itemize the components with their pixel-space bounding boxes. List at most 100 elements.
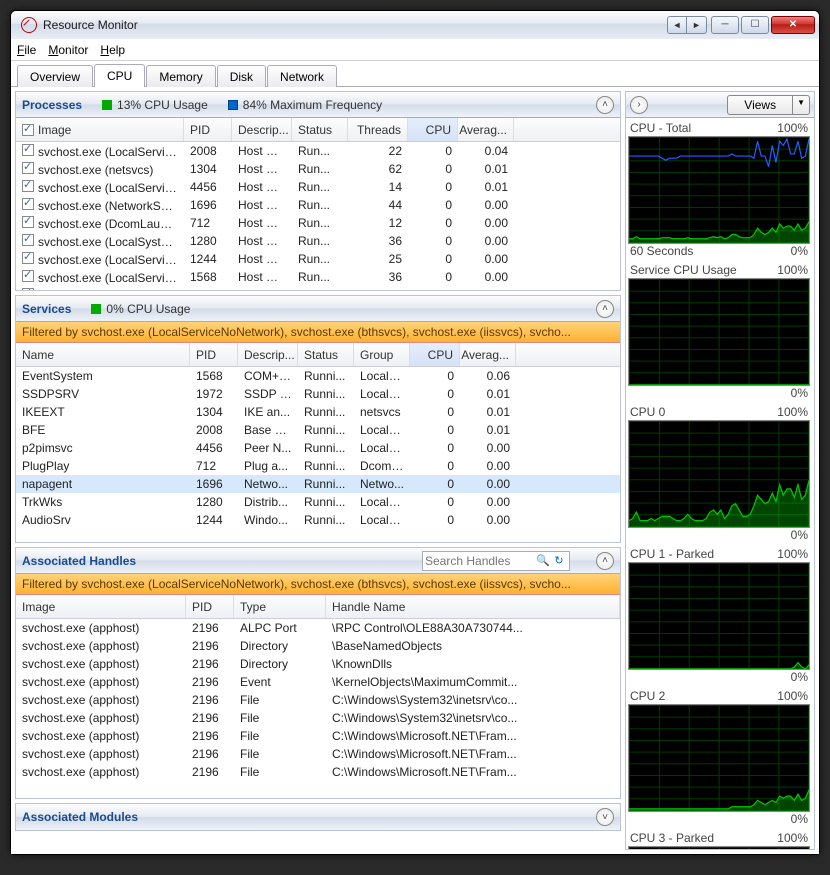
tab-memory[interactable]: Memory xyxy=(146,65,215,87)
table-row[interactable]: napagent1696Netwo... Runni...Netwo...00.… xyxy=(16,475,620,493)
cpu-usage-icon xyxy=(102,100,112,110)
table-row[interactable]: svchost.exe (LocalService) 1568Host Pr..… xyxy=(16,268,620,286)
close-button[interactable]: ✕ xyxy=(771,16,815,34)
table-row[interactable]: svchost.exe (NetworkService) 1696Host Pr… xyxy=(16,196,620,214)
chart-canvas xyxy=(628,562,810,670)
chart-foot-left: 60 Seconds xyxy=(630,244,693,258)
col-type[interactable]: Type xyxy=(234,595,326,618)
select-all-checkbox[interactable] xyxy=(22,124,34,136)
processes-rows[interactable]: svchost.exe (LocalServiceNo... 2008Host … xyxy=(16,142,620,290)
collapse-icon[interactable]: ˄ xyxy=(596,96,614,114)
collapse-icon[interactable]: ˄ xyxy=(596,552,614,570)
table-row[interactable]: svchost.exe (apphost)2196Directory\Known… xyxy=(16,655,620,673)
chevron-down-icon[interactable]: ▼ xyxy=(793,95,810,115)
pager[interactable]: ◄ ► xyxy=(667,16,707,34)
table-row[interactable]: p2pimsvc4456Peer N... Runni...LocalS...0… xyxy=(16,439,620,457)
menu-monitor[interactable]: Monitor xyxy=(48,43,88,57)
views-label[interactable]: Views xyxy=(727,95,793,115)
expand-icon[interactable]: ˅ xyxy=(596,808,614,826)
modules-panel: Associated Modules ˅ xyxy=(15,803,621,831)
row-checkbox[interactable] xyxy=(22,252,34,264)
col-status[interactable]: Status xyxy=(298,343,354,366)
col-name[interactable]: Name xyxy=(16,343,190,366)
col-group[interactable]: Group xyxy=(354,343,410,366)
table-row[interactable]: svchost.exe (apphost)2196ALPC Port\RPC C… xyxy=(16,619,620,637)
col-cpu[interactable]: CPU xyxy=(408,118,458,141)
row-checkbox[interactable] xyxy=(22,288,34,291)
processes-header[interactable]: Processes 13% CPU Usage 84% Maximum Freq… xyxy=(16,92,620,118)
table-row[interactable]: svchost.exe (LocalServicePee... 4456Host… xyxy=(16,178,620,196)
search-handles[interactable]: 🔍 ↻ xyxy=(422,551,570,571)
table-row[interactable]: AudioSrv1244Windo... Runni...LocalS...00… xyxy=(16,511,620,529)
table-row[interactable]: svchost.exe (apphost)2196Event\KernelObj… xyxy=(16,673,620,691)
chart-foot-right: 0% xyxy=(791,244,808,258)
maximize-button[interactable]: ☐ xyxy=(741,16,769,34)
row-checkbox[interactable] xyxy=(22,234,34,246)
charts-list[interactable]: CPU - Total100% 60 Seconds0% Service CPU… xyxy=(626,118,814,849)
row-checkbox[interactable] xyxy=(22,216,34,228)
search-icon[interactable]: 🔍 xyxy=(535,554,551,567)
tab-overview[interactable]: Overview xyxy=(17,65,93,87)
modules-header[interactable]: Associated Modules ˅ xyxy=(16,804,620,830)
table-row[interactable]: PlugPlay712Plug a... Runni...DcomL...00.… xyxy=(16,457,620,475)
table-row[interactable]: svchost.exe (apphost)2196Directory\BaseN… xyxy=(16,637,620,655)
titlebar[interactable]: Resource Monitor ◄ ► ─ ☐ ✕ xyxy=(11,11,819,39)
table-row[interactable]: svchost.exe (DcomLaunch) 712Host Pr...Ru… xyxy=(16,214,620,232)
menu-file[interactable]: File xyxy=(17,43,36,57)
col-cpu[interactable]: CPU xyxy=(410,343,460,366)
col-avg[interactable]: Averag... xyxy=(460,343,516,366)
table-row[interactable]: EventSystem1568COM+ ... Runni...LocalS..… xyxy=(16,367,620,385)
handles-header[interactable]: Associated Handles 🔍 ↻ ˄ xyxy=(16,548,620,574)
table-row[interactable]: svchost.exe (apphost)2196FileC:\Windows\… xyxy=(16,763,620,781)
col-avg[interactable]: Averag... xyxy=(458,118,514,141)
menu-help[interactable]: Help xyxy=(100,43,125,57)
col-handle-name[interactable]: Handle Name xyxy=(326,595,620,618)
col-desc[interactable]: Descrip... xyxy=(238,343,298,366)
minimize-button[interactable]: ─ xyxy=(711,16,739,34)
table-row[interactable]: svchost.exe (apphost)2196FileC:\Windows\… xyxy=(16,709,620,727)
chart-max: 100% xyxy=(777,547,808,561)
col-pid[interactable]: PID xyxy=(186,595,234,618)
table-row[interactable]: svchost.exe (netsvcs) 1304Host Pr...Run.… xyxy=(16,160,620,178)
col-status[interactable]: Status xyxy=(292,118,348,141)
row-checkbox[interactable] xyxy=(22,198,34,210)
table-row[interactable]: BFE2008Base Fi... Runni...LocalS...00.01 xyxy=(16,421,620,439)
row-checkbox[interactable] xyxy=(22,144,34,156)
table-row[interactable]: svchost.exe (apphost)2196FileC:\Windows\… xyxy=(16,691,620,709)
collapse-icon[interactable]: ˄ xyxy=(596,300,614,318)
views-button[interactable]: Views ▼ xyxy=(727,95,810,115)
row-checkbox[interactable] xyxy=(22,270,34,282)
table-row[interactable]: SSDPSRV1972SSDP D... Runni...LocalS...00… xyxy=(16,385,620,403)
col-desc[interactable]: Descrip... xyxy=(232,118,292,141)
col-pid[interactable]: PID xyxy=(190,343,238,366)
filter-bar: Filtered by svchost.exe (LocalServiceNoN… xyxy=(16,574,620,595)
table-row[interactable]: IKEEXT1304IKE an... Runni...netsvcs00.01 xyxy=(16,403,620,421)
table-row[interactable]: svchost.exe (LocalServiceNet... 1244Host… xyxy=(16,250,620,268)
col-threads[interactable]: Threads xyxy=(348,118,408,141)
table-row[interactable]: svchost.exe (LocalSystemNet... 1280Host … xyxy=(16,232,620,250)
col-image[interactable]: Image xyxy=(16,595,186,618)
table-row[interactable]: TrkWks1280Distrib... Runni...LocalS...00… xyxy=(16,493,620,511)
row-checkbox[interactable] xyxy=(22,180,34,192)
pager-prev-icon[interactable]: ◄ xyxy=(667,16,687,34)
tab-cpu[interactable]: CPU xyxy=(94,64,145,87)
chart-title: CPU 0 xyxy=(630,405,665,419)
table-row[interactable]: svchost.exe (apphost) 2196Host Pr...Run.… xyxy=(16,286,620,290)
services-header[interactable]: Services 0% CPU Usage ˄ xyxy=(16,296,620,322)
table-row[interactable]: svchost.exe (apphost)2196FileC:\Windows\… xyxy=(16,727,620,745)
pager-next-icon[interactable]: ► xyxy=(687,16,707,34)
refresh-icon[interactable]: ↻ xyxy=(551,554,567,567)
services-rows[interactable]: EventSystem1568COM+ ... Runni...LocalS..… xyxy=(16,367,620,542)
chart-title: CPU 2 xyxy=(630,689,665,703)
tab-disk[interactable]: Disk xyxy=(217,65,266,87)
handles-rows[interactable]: svchost.exe (apphost)2196ALPC Port\RPC C… xyxy=(16,619,620,798)
col-pid[interactable]: PID xyxy=(184,118,232,141)
collapse-right-icon[interactable]: › xyxy=(630,96,648,114)
max-freq-label: 84% Maximum Frequency xyxy=(243,98,382,112)
table-row[interactable]: svchost.exe (apphost)2196FileC:\Windows\… xyxy=(16,745,620,763)
tab-network[interactable]: Network xyxy=(267,65,337,87)
row-checkbox[interactable] xyxy=(22,162,34,174)
cpu-usage-icon xyxy=(91,304,101,314)
table-row[interactable]: svchost.exe (LocalServiceNo... 2008Host … xyxy=(16,142,620,160)
search-input[interactable] xyxy=(425,554,535,568)
